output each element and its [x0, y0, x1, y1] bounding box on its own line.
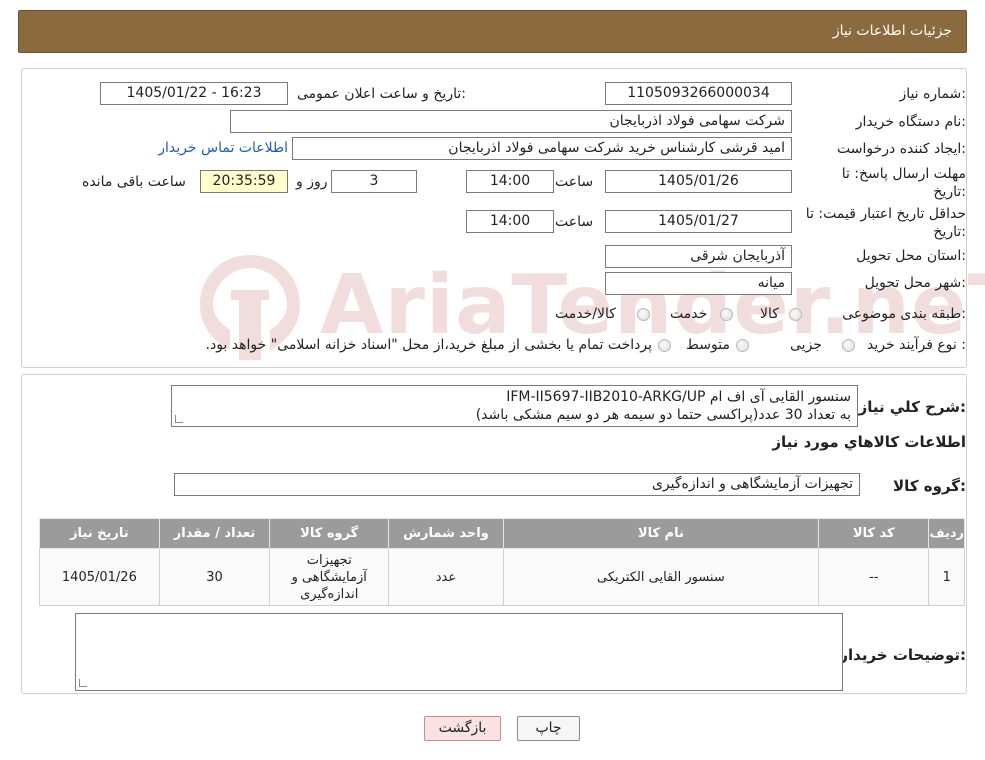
- col-unit: واحد شمارش: [388, 518, 504, 549]
- process-option-medium: متوسط: [686, 337, 730, 353]
- cell-group: تجهیزات آزمایشگاهی و اندازه‌گیری: [269, 548, 390, 606]
- cell-need-date: 1405/01/26: [39, 548, 160, 606]
- cell-quantity: 30: [158, 548, 271, 606]
- reply-date-field: 1405/01/26: [605, 170, 792, 193]
- page-title: جزئیات اطلاعات نیاز: [832, 23, 952, 39]
- price-validity-label: حداقل تاریخ اعتبار قیمت: تا: [805, 206, 966, 222]
- buyer-org-label: نام دستگاه خریدار:: [855, 114, 966, 130]
- col-group: گروه کالا: [269, 518, 390, 549]
- buyer-contact-link[interactable]: اطلاعات تماس خریدار: [158, 140, 288, 156]
- validity-time-field: 14:00: [466, 210, 554, 233]
- page-header: جزئیات اطلاعات نیاز: [18, 10, 967, 53]
- cell-unit: عدد: [388, 548, 504, 606]
- cell-name: سنسور القایی الکتریکی: [502, 548, 820, 606]
- description-line-1: سنسور القایی آی اف ام IFM-II5697-IIB2010…: [506, 389, 851, 405]
- validity-time-label: ساعت: [555, 214, 594, 230]
- process-radio-treasury[interactable]: [658, 339, 671, 352]
- cell-code: --: [818, 548, 930, 606]
- reply-deadline-label-2: تاریخ:: [933, 184, 966, 200]
- need-number-field: 1105093266000034: [605, 82, 792, 105]
- col-code: کد کالا: [818, 518, 930, 549]
- process-radio-minor[interactable]: [842, 339, 855, 352]
- buyer-notes-label: توضیحات خریدار:: [839, 646, 966, 664]
- resize-handle-icon[interactable]: [79, 679, 87, 687]
- process-radio-medium[interactable]: [736, 339, 749, 352]
- buyer-org-field: شرکت سهامی فولاد اذربایجان: [230, 110, 792, 133]
- resize-handle-icon[interactable]: [175, 415, 183, 423]
- col-row: ردیف: [928, 518, 965, 549]
- goods-group-label: گروه کالا:: [893, 477, 966, 495]
- category-option-goods: کالا: [760, 306, 779, 322]
- city-field: میانه: [605, 272, 792, 295]
- cell-row: 1: [928, 548, 965, 606]
- description-line-2: به تعداد 30 عدد(پراکسی حتما دو سیمه هر د…: [475, 407, 851, 423]
- province-field: آذربایجان شرقی: [605, 245, 792, 268]
- description-label: شرح کلي نياز:: [858, 398, 966, 416]
- price-validity-label-2: تاریخ:: [933, 224, 966, 240]
- process-option-minor: جزیی: [790, 337, 822, 353]
- category-option-goods-service: کالا/خدمت: [555, 306, 616, 322]
- table-row: 1 -- سنسور القایی الکتریکی عدد تجهیزات آ…: [39, 548, 965, 606]
- category-radio-service[interactable]: [720, 308, 733, 321]
- days-remaining-field: 3: [331, 170, 417, 193]
- category-option-service: خدمت: [670, 306, 708, 322]
- back-button[interactable]: بازگشت: [424, 716, 501, 741]
- goods-table-header: ردیف کد کالا نام کالا واحد شمارش گروه کا…: [39, 518, 965, 549]
- col-need-date: تاریخ نیاز: [39, 518, 160, 549]
- remaining-time-label: ساعت باقی مانده: [82, 174, 186, 190]
- days-label: روز و: [296, 174, 328, 190]
- requester-label: ایجاد کننده درخواست:: [837, 141, 966, 157]
- validity-date-field: 1405/01/27: [605, 210, 792, 233]
- col-quantity: تعداد / مقدار: [158, 518, 271, 549]
- city-label: شهر محل تحویل:: [864, 275, 966, 291]
- print-button[interactable]: چاپ: [517, 716, 580, 741]
- reply-time-label: ساعت: [555, 174, 594, 190]
- announce-label: تاریخ و ساعت اعلان عمومی:: [297, 86, 466, 102]
- requester-field: امید قرشی کارشناس خرید شرکت سهامی فولاد …: [292, 137, 792, 160]
- process-note: پرداخت تمام یا بخشی از مبلغ خرید،از محل …: [205, 337, 652, 353]
- category-label: طبقه بندی موضوعی:: [842, 306, 966, 322]
- description-textarea[interactable]: سنسور القایی آی اف ام IFM-II5697-IIB2010…: [171, 385, 858, 427]
- category-radio-goods-service[interactable]: [637, 308, 650, 321]
- process-label: نوع فرآیند خرید :: [867, 337, 966, 353]
- col-name: نام کالا: [502, 518, 820, 549]
- announce-field: 1405/01/22 - 16:23: [100, 82, 288, 105]
- category-radio-goods[interactable]: [789, 308, 802, 321]
- goods-group-field: تجهیزات آزمایشگاهی و اندازه‌گیری: [174, 473, 860, 496]
- province-label: استان محل تحویل:: [856, 248, 966, 264]
- goods-table: ردیف کد کالا نام کالا واحد شمارش گروه کا…: [39, 518, 965, 606]
- reply-deadline-label: مهلت ارسال پاسخ: تا: [841, 166, 966, 182]
- remaining-time-field: 20:35:59: [200, 170, 288, 193]
- need-number-label: شماره نیاز:: [899, 86, 966, 102]
- goods-info-title: اطلاعات کالاهاي مورد نياز: [772, 433, 966, 451]
- reply-time-field: 14:00: [466, 170, 554, 193]
- buyer-notes-textarea[interactable]: [75, 613, 843, 691]
